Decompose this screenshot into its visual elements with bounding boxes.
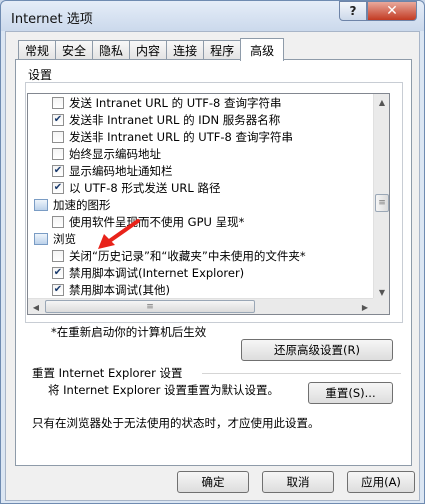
settings-list: 发送 Intranet URL 的 UTF-8 查询字符串 ✔ 发送非 Intran… — [28, 94, 373, 298]
close-icon: ✕ — [386, 3, 398, 19]
option-label: 显示编码地址通知栏 — [69, 163, 173, 178]
horizontal-scroll-thumb[interactable]: ≡ — [45, 300, 255, 313]
tab-privacy[interactable]: 隐私 — [92, 40, 131, 60]
tab-content[interactable]: 内容 — [129, 40, 168, 60]
option-checkbox[interactable]: ✔ — [52, 266, 64, 279]
option-checkbox[interactable]: ✔ — [52, 283, 64, 296]
title-bar[interactable]: Internet 选项 ? ✕ — [1, 1, 424, 31]
tab-advanced[interactable]: 高级 — [240, 38, 285, 61]
option-label: 禁用脚本调试(其他) — [69, 282, 170, 297]
option-label: 使用软件呈现而不使用 GPU 呈现* — [69, 214, 245, 229]
settings-category: 浏览 — [28, 230, 373, 247]
scroll-corner — [373, 298, 389, 314]
option-label: 以 UTF-8 形式发送 URL 路径 — [69, 180, 221, 195]
horizontal-scrollbar[interactable]: ◀ ≡ ▶ — [28, 298, 373, 314]
settings-category: 加速的图形 — [28, 196, 373, 213]
tab-connections[interactable]: 连接 — [166, 40, 205, 60]
settings-option[interactable]: 关闭“历史记录”和“收藏夹”中未使用的文件夹* — [28, 247, 373, 264]
option-label: 发送非 Intranet URL 的 IDN 服务器名称 — [69, 112, 281, 127]
close-button[interactable]: ✕ — [367, 1, 417, 21]
window-title: Internet 选项 — [11, 12, 93, 27]
option-checkbox[interactable]: ✔ — [52, 181, 64, 194]
option-checkbox[interactable] — [52, 130, 64, 143]
scroll-left-icon[interactable]: ◀ — [28, 299, 44, 314]
settings-option[interactable]: ✔ 显示编码地址通知栏 — [28, 162, 373, 179]
category-label: 加速的图形 — [53, 197, 111, 212]
settings-tree[interactable]: 发送 Intranet URL 的 UTF-8 查询字符串 ✔ 发送非 Intran… — [27, 93, 390, 315]
reset-button[interactable]: 重置(S)... — [308, 382, 393, 404]
reset-group-label: 重置 Internet Explorer 设置 — [32, 366, 183, 380]
settings-option[interactable]: 发送 Intranet URL 的 UTF-8 查询字符串 — [28, 94, 373, 111]
grip-icon: ≡ — [146, 301, 154, 312]
help-icon: ? — [349, 4, 357, 18]
tab-strip: 常规 安全 隐私 内容 连接 程序 高级 — [18, 38, 285, 61]
settings-option[interactable]: 始终显示编码地址 — [28, 145, 373, 162]
option-label: 关闭“历史记录”和“收藏夹”中未使用的文件夹* — [69, 248, 306, 263]
vertical-scroll-thumb[interactable]: ≡ — [375, 194, 389, 212]
reset-note: 只有在浏览器处于无法使用的状态时，才应使用此设置。 — [32, 416, 320, 430]
internet-options-window: Internet 选项 ? ✕ 常规 安全 隐私 内容 连接 程序 高级 设置 … — [0, 0, 425, 504]
settings-label: 设置 — [28, 68, 53, 82]
settings-option[interactable]: ✔ 禁用脚本调试(其他) — [28, 281, 373, 298]
tab-general[interactable]: 常规 — [18, 40, 57, 60]
reset-description: 将 Internet Explorer 设置重置为默认设置。 — [48, 383, 280, 397]
tab-security[interactable]: 安全 — [55, 40, 94, 60]
settings-option[interactable]: ✔ 禁用脚本调试(Internet Explorer) — [28, 264, 373, 281]
option-label: 禁用脚本调试(Internet Explorer) — [69, 265, 245, 280]
settings-option[interactable]: 使用软件呈现而不使用 GPU 呈现* — [28, 213, 373, 230]
restore-advanced-settings-button[interactable]: 还原高级设置(R) — [241, 339, 393, 361]
grip-icon: ≡ — [378, 198, 386, 208]
option-checkbox[interactable] — [52, 96, 64, 109]
restart-note: *在重新启动你的计算机后生效 — [51, 325, 207, 339]
cancel-button[interactable]: 取消 — [262, 471, 334, 493]
settings-option[interactable]: ✔ 发送非 Intranet URL 的 IDN 服务器名称 — [28, 111, 373, 128]
option-label: 发送 Intranet URL 的 UTF-8 查询字符串 — [69, 95, 282, 110]
reset-group-divider — [202, 373, 401, 374]
option-checkbox[interactable] — [52, 249, 64, 262]
scroll-up-icon[interactable]: ▲ — [374, 94, 389, 110]
help-button[interactable]: ? — [339, 1, 367, 21]
settings-tree-viewport: 发送 Intranet URL 的 UTF-8 查询字符串 ✔ 发送非 Intran… — [28, 94, 373, 300]
tab-programs[interactable]: 程序 — [203, 40, 242, 60]
option-checkbox[interactable] — [52, 215, 64, 228]
option-checkbox[interactable]: ✔ — [52, 113, 64, 126]
advanced-tab-panel: 设置 发送 Intranet URL 的 UTF-8 查询字符串 ✔ 发送非 Int… — [15, 59, 412, 466]
settings-option[interactable]: 发送非 Intranet URL 的 UTF-8 查询字符串 — [28, 128, 373, 145]
settings-option[interactable]: ✔ 以 UTF-8 形式发送 URL 路径 — [28, 179, 373, 196]
dialog-body: 常规 安全 隐私 内容 连接 程序 高级 设置 发送 Intranet URL … — [5, 31, 420, 501]
option-checkbox[interactable]: ✔ — [52, 164, 64, 177]
folder-icon — [34, 232, 48, 245]
ok-button[interactable]: 确定 — [177, 471, 249, 493]
option-checkbox[interactable] — [52, 147, 64, 160]
option-label: 始终显示编码地址 — [69, 146, 161, 161]
scroll-right-icon[interactable]: ▶ — [357, 299, 373, 314]
vertical-scrollbar[interactable]: ▲ ≡ ▼ — [373, 94, 389, 300]
option-label: 发送非 Intranet URL 的 UTF-8 查询字符串 — [69, 129, 293, 144]
folder-icon — [34, 198, 48, 211]
category-label: 浏览 — [53, 231, 76, 246]
apply-button[interactable]: 应用(A) — [347, 471, 415, 493]
